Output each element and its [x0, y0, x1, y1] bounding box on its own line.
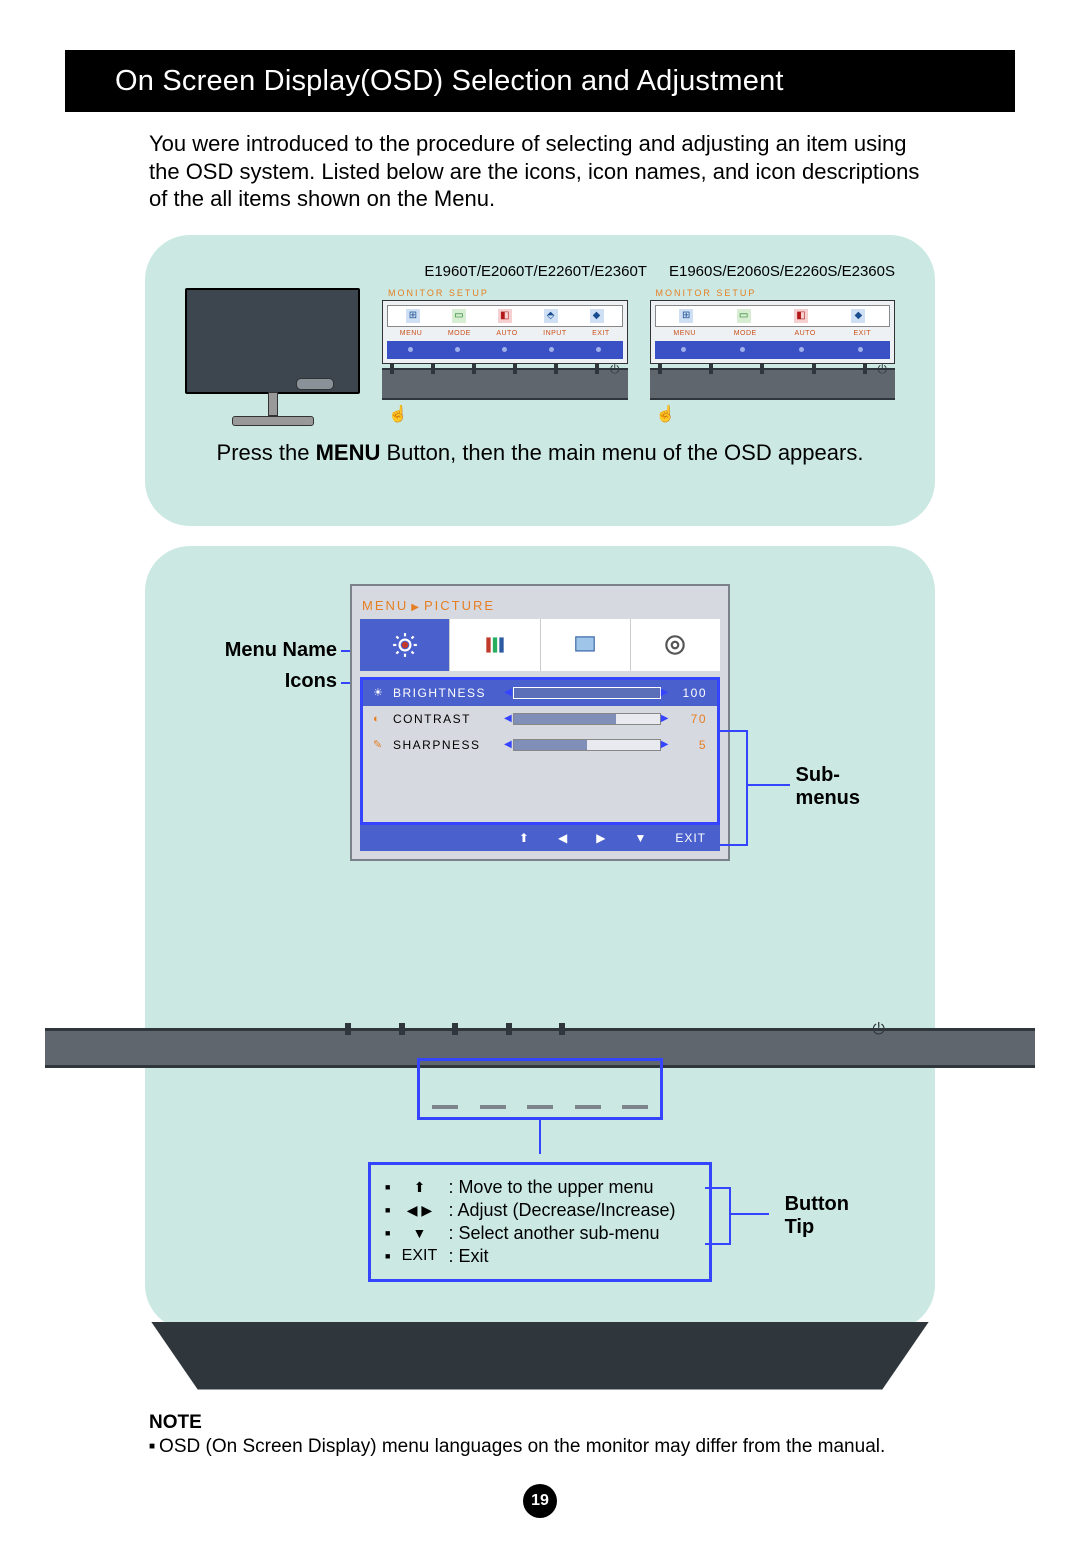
note-text: OSD (On Screen Display) menu languages o…	[159, 1436, 885, 1457]
models-t: E1960T/E2060T/E2260T/E2360T	[424, 263, 647, 280]
tab-picture[interactable]	[360, 619, 450, 671]
osd-footer: ⬆ ◀ ▶ ▼ EXIT	[360, 825, 720, 851]
pen-icon: ✎	[373, 738, 387, 751]
osd-breadcrumb: MENU▶PICTURE	[360, 594, 720, 619]
tab-color[interactable]	[450, 619, 540, 671]
tip-exit: : Exit	[448, 1246, 488, 1267]
up-icon: ⬆	[519, 831, 530, 845]
label-exit: EXIT	[592, 330, 610, 337]
label-menu: MENU	[400, 330, 423, 337]
hand-icon: ☝	[388, 404, 628, 424]
note: NOTE ■OSD (On Screen Display) menu langu…	[149, 1412, 931, 1458]
page-number: 19	[523, 1484, 557, 1518]
panel-shadow	[151, 1322, 929, 1390]
title-band: On Screen Display(OSD) Selection and Adj…	[65, 50, 1015, 112]
note-heading: NOTE	[149, 1412, 931, 1434]
label-input: INPUT	[543, 330, 567, 337]
submenu-contrast[interactable]: ◐ CONTRAST ◀▶ 70	[363, 706, 717, 732]
color-icon: ◧	[794, 309, 808, 323]
down-icon: ▼	[634, 831, 647, 845]
osd-window: MENU▶PICTURE	[350, 584, 730, 861]
tip-exit-label: EXIT	[396, 1247, 442, 1265]
display-icon	[572, 632, 598, 658]
panel-main: Menu Name Icons MENU▶PICTURE	[145, 546, 935, 1330]
tip-up: : Move to the upper menu	[448, 1177, 653, 1198]
models-s: E1960S/E2060S/E2260S/E2360S	[669, 263, 895, 280]
panel-top: E1960T/E2060T/E2260T/E2360T E1960S/E2060…	[145, 235, 935, 526]
side-labels: Menu Name Icons	[177, 639, 337, 701]
left-icon: ◀	[558, 831, 568, 845]
submenu-value: 70	[671, 712, 707, 726]
monitor-illustration	[185, 288, 360, 426]
right-icon: ▶	[596, 831, 606, 845]
contrast-icon: ◐	[373, 713, 387, 725]
button-tip-box: ■⬆: Move to the upper menu ■◀ ▶: Adjust …	[368, 1162, 712, 1282]
page-title: On Screen Display(OSD) Selection and Adj…	[115, 65, 784, 98]
exit-icon: ◆	[851, 309, 865, 323]
input-icon: ⬘	[544, 309, 558, 323]
osd-tabs	[360, 619, 720, 671]
submenu-value: 100	[671, 686, 707, 700]
label-icons: Icons	[177, 670, 337, 693]
tip-down: : Select another sub-menu	[448, 1223, 659, 1244]
submenu-sharpness[interactable]: ✎ SHARPNESS ◀▶ 5	[363, 732, 717, 758]
button-callout-box	[417, 1058, 663, 1120]
osd-mini-s: MONITOR SETUP ⊞ ▭ ◧ ◆ MENU MODE AUTO EXI…	[650, 288, 896, 424]
tip-lr: : Adjust (Decrease/Increase)	[448, 1200, 675, 1221]
mini-title-s: MONITOR SETUP	[650, 288, 896, 298]
submenu-value: 5	[671, 738, 707, 752]
label-mode: MODE	[448, 330, 471, 337]
sun-icon: ☀	[373, 686, 387, 699]
label-menu-name: Menu Name	[177, 639, 337, 662]
label-exit: EXIT	[854, 330, 872, 337]
gear-icon	[662, 632, 688, 658]
grid-icon: ⊞	[406, 309, 420, 323]
label-button-tip: Button Tip	[785, 1193, 849, 1239]
tab-display[interactable]	[541, 619, 631, 671]
mini-title-t: MONITOR SETUP	[382, 288, 628, 298]
screen-icon: ▭	[737, 309, 751, 323]
osd-mini-t: MONITOR SETUP ⊞ ▭ ◧ ⬘ ◆ MENU MODE AUTO I…	[382, 288, 628, 424]
label-mode: MODE	[734, 330, 757, 337]
label-auto: AUTO	[496, 330, 517, 337]
screen-icon: ▭	[452, 309, 466, 323]
label-menu: MENU	[673, 330, 696, 337]
submenu-brightness[interactable]: ☀ BRIGHTNESS ◀▶ 100	[363, 680, 717, 706]
label-auto: AUTO	[794, 330, 815, 337]
intro-text: You were introduced to the procedure of …	[149, 130, 931, 213]
panel1-caption: Press the MENU Button, then the main men…	[185, 440, 895, 466]
brightness-icon	[392, 632, 418, 658]
label-submenus: Sub- menus	[796, 764, 860, 810]
footer-exit: EXIT	[675, 831, 706, 845]
submenu-label: SHARPNESS	[393, 738, 503, 752]
color-icon: ◧	[498, 309, 512, 323]
hand-icon: ☝	[656, 404, 896, 424]
exit-icon: ◆	[590, 309, 604, 323]
tab-others[interactable]	[631, 619, 720, 671]
rgb-icon	[482, 632, 508, 658]
grid-icon: ⊞	[679, 309, 693, 323]
submenu-area: ☀ BRIGHTNESS ◀▶ 100 ◐ CONTRAST ◀▶ 70	[360, 677, 720, 825]
submenu-label: BRIGHTNESS	[393, 686, 503, 700]
submenu-label: CONTRAST	[393, 712, 503, 726]
